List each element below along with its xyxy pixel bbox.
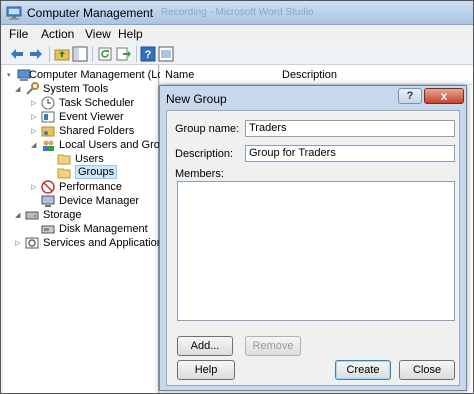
help-button[interactable]: Help bbox=[177, 360, 235, 380]
device-manager-icon bbox=[41, 195, 55, 207]
tree-expander bbox=[47, 155, 55, 163]
members-list[interactable] bbox=[177, 181, 455, 321]
toolbar-separator bbox=[136, 46, 137, 62]
tree-item-label: Event Viewer bbox=[59, 111, 124, 123]
expand-arrow-icon[interactable]: ▷ bbox=[31, 113, 39, 121]
tree-item-label: Services and Applications bbox=[43, 237, 169, 249]
shared-folder-icon bbox=[41, 126, 55, 137]
menu-view[interactable]: View bbox=[85, 27, 111, 41]
clock-icon bbox=[41, 96, 55, 110]
properties-icon[interactable] bbox=[158, 46, 174, 62]
services-icon bbox=[25, 237, 39, 249]
show-hide-tree-icon[interactable] bbox=[72, 46, 88, 62]
dialog-body: Group name: Traders Description: Group f… bbox=[166, 110, 460, 386]
title-bar[interactable]: Computer Management Recording - Microsof… bbox=[1, 1, 473, 25]
folder-icon bbox=[57, 154, 71, 165]
group-name-field[interactable]: Traders bbox=[245, 120, 455, 137]
tree-item-label: Task Scheduler bbox=[59, 97, 135, 109]
computer-management-icon bbox=[6, 6, 22, 20]
svg-text:?: ? bbox=[145, 49, 152, 61]
expand-arrow-icon[interactable]: ▷ bbox=[15, 239, 23, 247]
members-label: Members: bbox=[175, 168, 224, 180]
menu-bar: File Action View Help bbox=[1, 25, 473, 43]
back-arrow-icon[interactable] bbox=[9, 46, 25, 62]
toolbar: ? bbox=[1, 43, 473, 65]
performance-icon bbox=[41, 180, 55, 194]
remove-button[interactable]: Remove bbox=[245, 336, 301, 356]
storage-icon bbox=[25, 211, 39, 220]
menu-action[interactable]: Action bbox=[41, 27, 74, 41]
dialog-close-x-button[interactable]: x bbox=[424, 88, 464, 104]
tree-expander bbox=[31, 197, 39, 205]
tree-expander bbox=[31, 225, 39, 233]
help-icon[interactable]: ? bbox=[140, 46, 156, 62]
description-label: Description: bbox=[175, 148, 234, 160]
expand-arrow-icon[interactable]: ▷ bbox=[31, 99, 39, 107]
collapse-arrow-icon[interactable]: ◢ bbox=[15, 211, 23, 219]
tree-item-label: Disk Management bbox=[59, 223, 148, 235]
new-group-dialog: New Group ? x Group name: Traders Descri… bbox=[159, 85, 467, 391]
tools-icon bbox=[26, 82, 39, 95]
tree-item-label: Storage bbox=[43, 209, 82, 221]
collapse-arrow-icon[interactable]: ▾ bbox=[7, 71, 15, 79]
group-name-label: Group name: bbox=[175, 123, 240, 135]
close-button[interactable]: Close bbox=[399, 360, 455, 380]
disk-icon bbox=[41, 225, 55, 234]
expand-arrow-icon[interactable]: ▷ bbox=[31, 127, 39, 135]
dialog-title: New Group bbox=[166, 92, 227, 106]
forward-arrow-icon[interactable] bbox=[28, 46, 44, 62]
folder-icon bbox=[57, 168, 71, 179]
collapse-arrow-icon[interactable]: ◢ bbox=[15, 85, 23, 93]
window-title: Computer Management bbox=[27, 6, 154, 20]
column-header-name[interactable]: Name bbox=[165, 69, 194, 81]
menu-file[interactable]: File bbox=[9, 27, 28, 41]
collapse-arrow-icon[interactable]: ◢ bbox=[31, 141, 39, 149]
event-viewer-icon bbox=[41, 111, 55, 123]
tree-expander bbox=[47, 169, 55, 177]
tree-item-label: Performance bbox=[59, 181, 122, 193]
tree-item-label: Shared Folders bbox=[59, 125, 135, 137]
expand-arrow-icon[interactable]: ▷ bbox=[31, 183, 39, 191]
description-field[interactable]: Group for Traders bbox=[245, 145, 455, 162]
menu-help[interactable]: Help bbox=[118, 27, 143, 41]
background-window-title: Recording - Microsoft Word Studio bbox=[161, 7, 314, 18]
toolbar-separator bbox=[92, 46, 93, 62]
toolbar-separator bbox=[49, 46, 50, 62]
tree-item-label: System Tools bbox=[43, 83, 109, 95]
add-button[interactable]: Add... bbox=[177, 336, 233, 356]
tree-item-label: Users bbox=[75, 153, 104, 165]
console-tree: ▾ Computer Management (Local ◢ System To… bbox=[3, 65, 178, 393]
tree-item-label: Groups bbox=[75, 165, 118, 179]
tree-item-label: Computer Management (Local bbox=[29, 69, 178, 81]
refresh-icon[interactable] bbox=[97, 46, 113, 62]
tree-item-label: Device Manager bbox=[59, 195, 140, 207]
users-icon bbox=[43, 140, 54, 151]
dialog-help-button[interactable]: ? bbox=[398, 88, 422, 104]
export-list-icon[interactable] bbox=[115, 46, 131, 62]
close-icon: x bbox=[440, 89, 448, 103]
computer-management-window: Computer Management Recording - Microsof… bbox=[0, 0, 474, 394]
up-folder-icon[interactable] bbox=[54, 46, 70, 62]
create-button[interactable]: Create bbox=[335, 360, 391, 380]
column-header-description[interactable]: Description bbox=[282, 69, 337, 81]
help-icon: ? bbox=[406, 90, 414, 102]
